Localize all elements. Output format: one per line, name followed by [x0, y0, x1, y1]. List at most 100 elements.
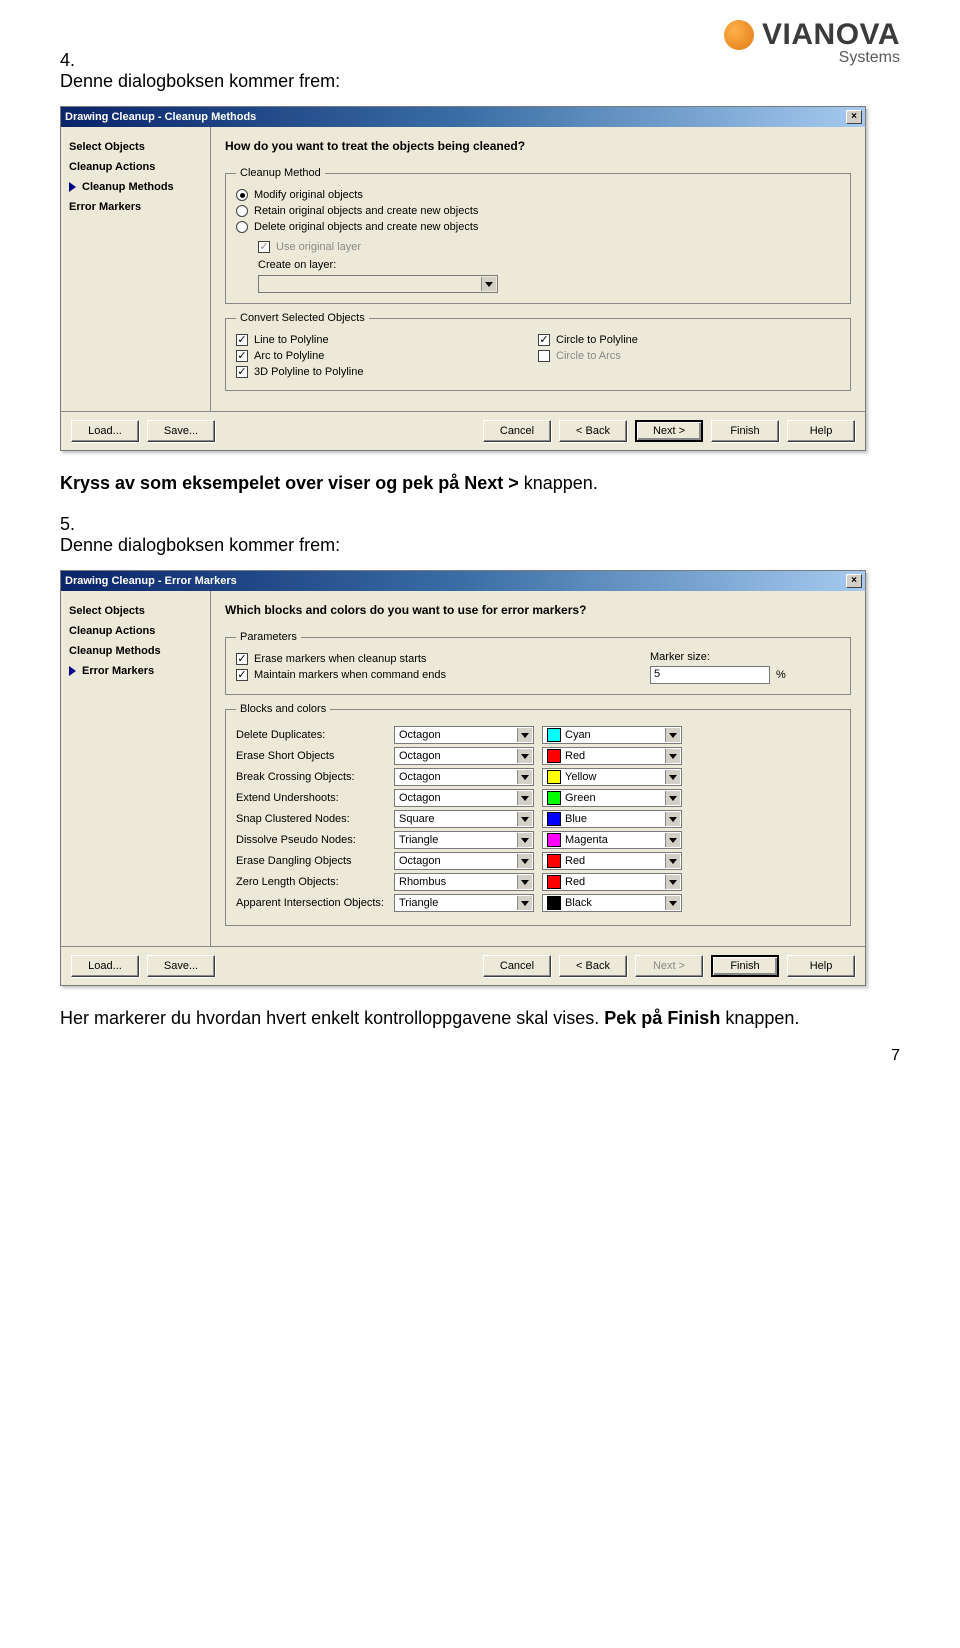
marker-row: Apparent Intersection Objects:TriangleBl… — [236, 894, 840, 912]
wizard-sidebar: Select Objects Cleanup Actions Cleanup M… — [61, 591, 211, 946]
sidebar-item-select-objects[interactable]: Select Objects — [67, 137, 204, 157]
fieldset-blocks-colors: Blocks and colors Delete Duplicates:Octa… — [225, 703, 851, 926]
save-button[interactable]: Save... — [147, 955, 215, 977]
titlebar[interactable]: Drawing Cleanup - Error Markers × — [61, 571, 865, 591]
brand-name: VIANOVA — [762, 18, 900, 52]
color-combo[interactable]: Red — [542, 747, 682, 765]
legend: Parameters — [236, 631, 301, 643]
color-combo[interactable]: Green — [542, 789, 682, 807]
chevron-down-icon — [665, 770, 680, 784]
shape-combo[interactable]: Square — [394, 810, 534, 828]
chevron-down-icon — [665, 854, 680, 868]
color-combo[interactable]: Red — [542, 852, 682, 870]
next-button[interactable]: Next > — [635, 420, 703, 442]
next-button: Next > — [635, 955, 703, 977]
help-button[interactable]: Help — [787, 420, 855, 442]
chevron-down-icon — [517, 896, 532, 910]
shape-combo[interactable]: Triangle — [394, 894, 534, 912]
chevron-down-icon — [665, 875, 680, 889]
check-3d-polyline[interactable]: 3D Polyline to Polyline — [236, 364, 538, 380]
shape-combo[interactable]: Octagon — [394, 726, 534, 744]
dialog-cleanup-methods: Drawing Cleanup - Cleanup Methods × Sele… — [60, 106, 866, 451]
chevron-down-icon — [665, 749, 680, 763]
sidebar-item-cleanup-actions[interactable]: Cleanup Actions — [67, 621, 204, 641]
back-button[interactable]: < Back — [559, 420, 627, 442]
save-button[interactable]: Save... — [147, 420, 215, 442]
chevron-down-icon — [517, 791, 532, 805]
sidebar-item-cleanup-methods[interactable]: Cleanup Methods — [67, 177, 204, 197]
check-use-original-layer: Use original layer — [258, 239, 840, 255]
titlebar[interactable]: Drawing Cleanup - Cleanup Methods × — [61, 107, 865, 127]
sidebar-item-select-objects[interactable]: Select Objects — [67, 601, 204, 621]
row-label: Snap Clustered Nodes: — [236, 813, 386, 825]
marker-row: Delete Duplicates: Octagon Cyan — [236, 726, 840, 744]
page-number: 7 — [891, 1047, 900, 1065]
close-icon[interactable]: × — [846, 574, 862, 588]
check-line-to-polyline[interactable]: Line to Polyline — [236, 332, 538, 348]
finish-button[interactable]: Finish — [711, 955, 779, 977]
cancel-button[interactable]: Cancel — [483, 955, 551, 977]
radio-modify-original[interactable]: Modify original objects — [236, 187, 840, 203]
chevron-down-icon — [517, 854, 532, 868]
finish-button[interactable]: Finish — [711, 420, 779, 442]
dialog-footer: Load... Save... Cancel < Back Next > Fin… — [61, 411, 865, 450]
radio-retain-original[interactable]: Retain original objects and create new o… — [236, 203, 840, 219]
dialog-title: Drawing Cleanup - Cleanup Methods — [65, 111, 256, 123]
layer-combo — [258, 275, 498, 293]
marker-row: Erase Short ObjectsOctagonRed — [236, 747, 840, 765]
check-circle-to-arcs: Circle to Arcs — [538, 348, 840, 364]
dialog-error-markers: Drawing Cleanup - Error Markers × Select… — [60, 570, 866, 986]
marker-size-unit: % — [776, 669, 786, 681]
item5-text: Denne dialogboksen kommer frem: — [60, 535, 340, 555]
chevron-down-icon — [481, 277, 496, 291]
color-combo[interactable]: Black — [542, 894, 682, 912]
color-combo[interactable]: Red — [542, 873, 682, 891]
brand-icon — [724, 20, 754, 50]
shape-combo[interactable]: Triangle — [394, 831, 534, 849]
shape-combo[interactable]: Rhombus — [394, 873, 534, 891]
sidebar-item-error-markers[interactable]: Error Markers — [67, 197, 204, 217]
load-button[interactable]: Load... — [71, 420, 139, 442]
shape-combo[interactable]: Octagon — [394, 789, 534, 807]
chevron-down-icon — [517, 749, 532, 763]
sidebar-item-cleanup-methods[interactable]: Cleanup Methods — [67, 641, 204, 661]
marker-row: Dissolve Pseudo Nodes:TriangleMagenta — [236, 831, 840, 849]
sidebar-item-cleanup-actions[interactable]: Cleanup Actions — [67, 157, 204, 177]
shape-combo[interactable]: Octagon — [394, 852, 534, 870]
radio-delete-original[interactable]: Delete original objects and create new o… — [236, 219, 840, 235]
help-button[interactable]: Help — [787, 955, 855, 977]
chevron-down-icon — [665, 791, 680, 805]
marker-size-input[interactable]: 5 — [650, 666, 770, 684]
list-number-4: 4. — [60, 50, 90, 71]
dialog-heading: How do you want to treat the objects bei… — [225, 139, 851, 153]
check-arc-to-polyline[interactable]: Arc to Polyline — [236, 348, 538, 364]
shape-combo[interactable]: Octagon — [394, 768, 534, 786]
dialog-title: Drawing Cleanup - Error Markers — [65, 575, 237, 587]
color-combo[interactable]: Yellow — [542, 768, 682, 786]
back-button[interactable]: < Back — [559, 955, 627, 977]
check-erase-markers[interactable]: Erase markers when cleanup starts — [236, 651, 630, 667]
check-maintain-markers[interactable]: Maintain markers when command ends — [236, 667, 630, 683]
cancel-button[interactable]: Cancel — [483, 420, 551, 442]
arrow-icon — [69, 182, 76, 192]
chevron-down-icon — [517, 812, 532, 826]
color-combo[interactable]: Cyan — [542, 726, 682, 744]
row-label: Zero Length Objects: — [236, 876, 386, 888]
row-label: Delete Duplicates: — [236, 729, 386, 741]
marker-row: Zero Length Objects: Rhombus Red — [236, 873, 840, 891]
sidebar-item-error-markers[interactable]: Error Markers — [67, 661, 204, 681]
color-combo[interactable]: Blue — [542, 810, 682, 828]
close-icon[interactable]: × — [846, 110, 862, 124]
check-circle-to-polyline[interactable]: Circle to Polyline — [538, 332, 840, 348]
shape-combo[interactable]: Octagon — [394, 747, 534, 765]
chevron-down-icon — [665, 812, 680, 826]
chevron-down-icon — [517, 728, 532, 742]
load-button[interactable]: Load... — [71, 955, 139, 977]
chevron-down-icon — [517, 770, 532, 784]
row-label: Break Crossing Objects: — [236, 771, 386, 783]
item4-instruction: Kryss av som eksempelet over viser og pe… — [60, 473, 866, 494]
create-on-layer-label: Create on layer: — [258, 259, 840, 271]
marker-row: Snap Clustered Nodes: Square Blue — [236, 810, 840, 828]
marker-row: Break Crossing Objects: Octagon Yellow — [236, 768, 840, 786]
color-combo[interactable]: Magenta — [542, 831, 682, 849]
